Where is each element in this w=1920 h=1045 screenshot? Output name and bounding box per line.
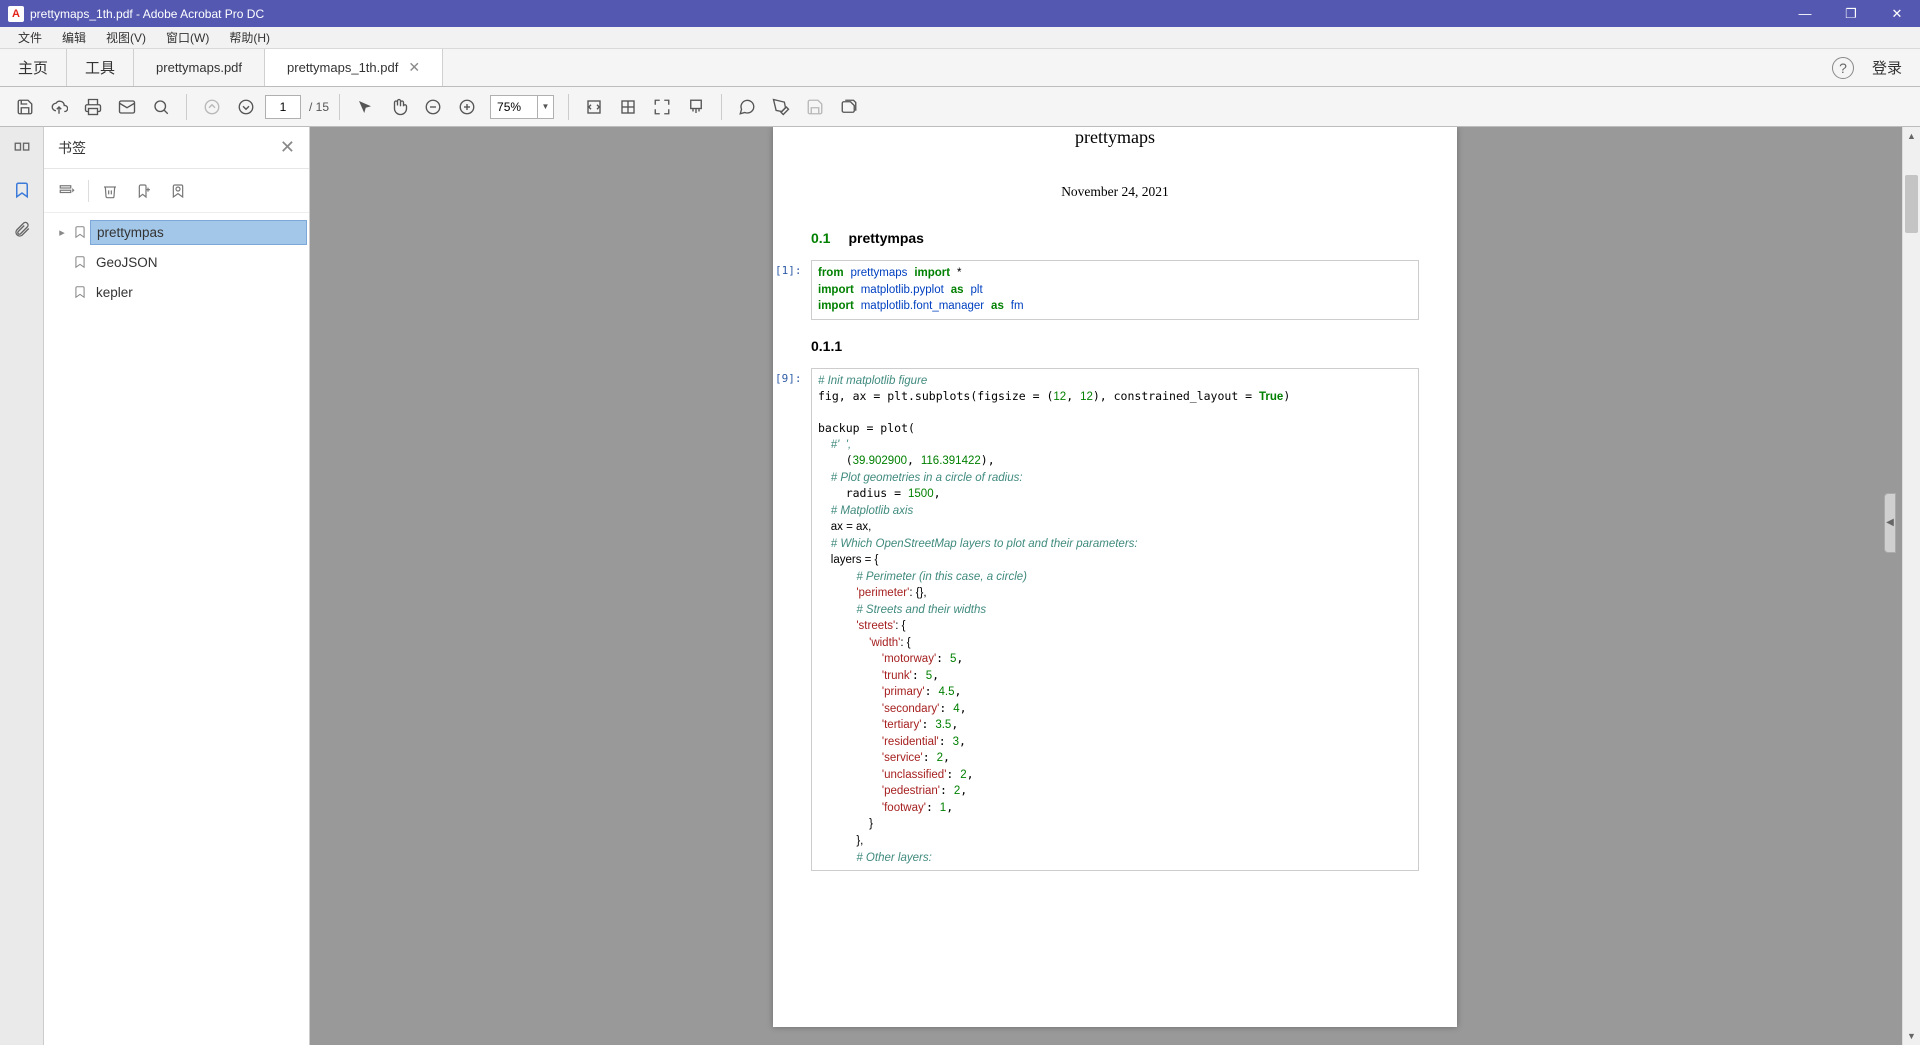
fit-page-icon[interactable]	[613, 92, 643, 122]
cloud-upload-icon[interactable]	[44, 92, 74, 122]
left-rail	[0, 127, 44, 1045]
thumbnails-icon[interactable]	[11, 139, 33, 161]
page-up-icon[interactable]	[197, 92, 227, 122]
zoom-out-icon[interactable]	[418, 92, 448, 122]
fit-width-icon[interactable]	[579, 92, 609, 122]
save-icon[interactable]	[10, 92, 40, 122]
code-cell-2: [9]: # Init matplotlib figure fig, ax = …	[811, 368, 1419, 871]
panel-tools	[44, 169, 309, 213]
save-disabled-icon	[800, 92, 830, 122]
menu-edit[interactable]: 编辑	[52, 27, 96, 48]
print-icon[interactable]	[78, 92, 108, 122]
search-icon[interactable]	[146, 92, 176, 122]
attachments-icon[interactable]	[11, 219, 33, 241]
doc-title: prettymaps	[811, 127, 1419, 148]
scrollbar-thumb[interactable]	[1905, 175, 1918, 233]
cell-prompt: [1]:	[775, 264, 802, 277]
tab-home[interactable]: 主页	[0, 49, 67, 86]
new-bookmark-icon[interactable]	[131, 178, 157, 204]
tab-bar: 主页 工具 prettymaps.pdf prettymaps_1th.pdf …	[0, 49, 1920, 87]
bookmark-icon	[70, 225, 90, 239]
menu-file[interactable]: 文件	[8, 27, 52, 48]
main-area: 书签 ✕ ▸ prettympas GeoJSON kepler	[0, 127, 1920, 1045]
close-window-button[interactable]: ✕	[1874, 0, 1920, 27]
panel-title: 书签	[58, 138, 280, 158]
close-tab-icon[interactable]: ✕	[408, 59, 420, 76]
menu-bar: 文件 编辑 视图(V) 窗口(W) 帮助(H)	[0, 27, 1920, 49]
bookmark-prettympas[interactable]: ▸ prettympas	[46, 217, 307, 247]
tab-doc-prettymaps[interactable]: prettymaps.pdf	[134, 49, 265, 86]
panel-header: 书签 ✕	[44, 127, 309, 169]
help-icon[interactable]: ?	[1832, 57, 1854, 79]
save-multiple-icon[interactable]	[834, 92, 864, 122]
zoom-in-icon[interactable]	[452, 92, 482, 122]
bookmark-geojson[interactable]: GeoJSON	[46, 247, 307, 277]
pointer-icon[interactable]	[350, 92, 380, 122]
close-panel-icon[interactable]: ✕	[280, 137, 295, 158]
section-heading-2: 0.1.1	[811, 338, 1419, 354]
hand-icon[interactable]	[384, 92, 414, 122]
scroll-down-icon[interactable]: ▼	[1903, 1027, 1920, 1045]
minimize-button[interactable]: —	[1782, 0, 1828, 27]
doc-date: November 24, 2021	[811, 184, 1419, 200]
window-controls: — ❐ ✕	[1782, 0, 1920, 27]
bookmark-icon	[70, 285, 90, 299]
login-area: ? 登录	[1832, 49, 1920, 86]
app-icon: A	[8, 6, 24, 22]
email-icon[interactable]	[112, 92, 142, 122]
find-bookmark-icon[interactable]	[165, 178, 191, 204]
tab-doc-prettymaps-1th[interactable]: prettymaps_1th.pdf ✕	[265, 49, 443, 86]
highlight-icon[interactable]	[766, 92, 796, 122]
bookmarks-panel: 书签 ✕ ▸ prettympas GeoJSON kepler	[44, 127, 310, 1045]
title-bar: A prettymaps_1th.pdf - Adobe Acrobat Pro…	[0, 0, 1920, 27]
expand-icon[interactable]: ▸	[54, 226, 70, 239]
vertical-scrollbar[interactable]: ▲ ▼	[1902, 127, 1920, 1045]
login-link[interactable]: 登录	[1872, 57, 1902, 78]
page-down-icon[interactable]	[231, 92, 261, 122]
zoom-level[interactable]: 75%	[490, 95, 538, 119]
scroll-up-icon[interactable]: ▲	[1903, 127, 1920, 145]
menu-window[interactable]: 窗口(W)	[156, 27, 219, 48]
page-total: / 15	[309, 100, 329, 114]
menu-help[interactable]: 帮助(H)	[219, 27, 280, 48]
collapse-right-handle[interactable]: ◀	[1884, 493, 1896, 553]
bookmark-kepler[interactable]: kepler	[46, 277, 307, 307]
code-cell-1: [1]: from prettymaps import * import mat…	[811, 260, 1419, 320]
bookmarks-icon[interactable]	[11, 179, 33, 201]
document-viewport[interactable]: prettymaps November 24, 2021 0.1prettymp…	[310, 127, 1920, 1045]
fullscreen-icon[interactable]	[647, 92, 677, 122]
options-icon[interactable]	[54, 178, 80, 204]
menu-view[interactable]: 视图(V)	[96, 27, 156, 48]
cell-prompt: [9]:	[775, 372, 802, 385]
page-number-input[interactable]	[265, 95, 301, 119]
window-title: prettymaps_1th.pdf - Adobe Acrobat Pro D…	[30, 7, 1782, 21]
bookmark-icon	[70, 255, 90, 269]
pdf-page: prettymaps November 24, 2021 0.1prettymp…	[773, 127, 1457, 1027]
section-heading: 0.1prettympas	[811, 230, 1419, 246]
read-aloud-icon[interactable]	[681, 92, 711, 122]
toolbar: / 15 75% ▼	[0, 87, 1920, 127]
maximize-button[interactable]: ❐	[1828, 0, 1874, 27]
bookmark-list: ▸ prettympas GeoJSON kepler	[44, 213, 309, 1045]
delete-bookmark-icon[interactable]	[97, 178, 123, 204]
tab-tools[interactable]: 工具	[67, 49, 134, 86]
comment-icon[interactable]	[732, 92, 762, 122]
zoom-dropdown-icon[interactable]: ▼	[538, 95, 554, 119]
